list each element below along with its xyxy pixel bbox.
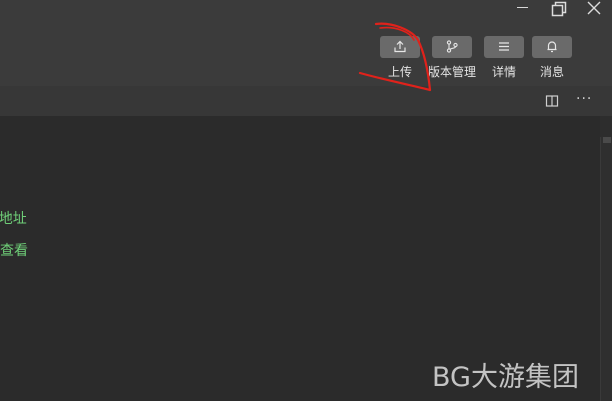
minimize-button[interactable] <box>509 0 535 20</box>
split-editor-icon[interactable] <box>545 93 563 109</box>
restore-icon <box>551 1 567 17</box>
vertical-scrollbar[interactable] <box>600 137 612 401</box>
bell-icon <box>547 41 557 53</box>
toolbar-messages[interactable]: 消息 <box>526 36 578 82</box>
version-management-label: 版本管理 <box>427 65 476 79</box>
toolbar-upload[interactable]: 上传 <box>374 36 426 82</box>
details-button[interactable] <box>484 36 524 58</box>
more-icon[interactable]: ··· <box>576 92 594 109</box>
toolbar-details[interactable]: 详情 <box>478 36 530 82</box>
minimize-icon <box>517 7 528 8</box>
scrollbar-thumb[interactable] <box>603 137 611 143</box>
editor-tab-bar: ··· <box>0 86 612 116</box>
upload-label: 上传 <box>387 65 412 79</box>
menu-lines-icon <box>499 42 509 51</box>
git-branch-icon <box>446 40 458 53</box>
version-management-button[interactable] <box>432 36 472 58</box>
toolbar-version-management[interactable]: 版本管理 <box>426 36 478 82</box>
close-icon <box>587 1 601 15</box>
close-button[interactable] <box>581 0 607 20</box>
upload-icon <box>394 40 406 53</box>
messages-button[interactable] <box>532 36 572 58</box>
messages-label: 消息 <box>539 65 564 79</box>
watermark: BG大游集团 <box>432 362 579 393</box>
upload-button[interactable] <box>380 36 420 58</box>
editor-line: 中查看 <box>0 243 28 259</box>
editor-line: pi地址 <box>0 211 27 227</box>
restore-button[interactable] <box>545 0 571 20</box>
details-label: 详情 <box>491 65 516 79</box>
title-bar: 上传 版本管理 详情 消息 <box>0 0 612 86</box>
app-window: 上传 版本管理 详情 消息 ··· 地址 查看 BG大游集团 <box>0 0 612 401</box>
